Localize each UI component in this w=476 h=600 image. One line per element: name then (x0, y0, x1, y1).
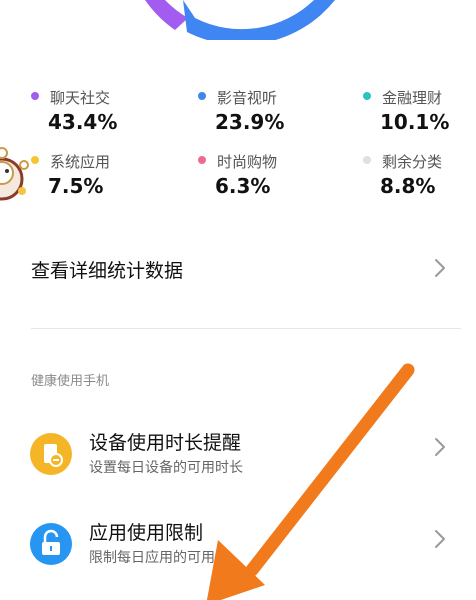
view-detailed-stats-row[interactable]: 查看详细统计数据 (0, 240, 476, 296)
device-timer-icon (30, 433, 72, 475)
legend-value: 43.4% (48, 110, 118, 134)
legend-item-social[interactable]: 聊天社交 43.4% (31, 84, 161, 136)
legend-dot (31, 92, 39, 100)
device-usage-reminder-row[interactable]: 设备使用时长提醒 设置每日设备的可用时长 (0, 423, 476, 493)
view-detailed-stats-label: 查看详细统计数据 (31, 260, 184, 282)
chevron-right-icon (435, 530, 445, 548)
donut-segment-media (183, 0, 335, 40)
legend-item-other[interactable]: 剩余分类 8.8% (363, 148, 476, 200)
card-title: 应用使用限制 (89, 522, 204, 544)
legend-label: 金融理财 (382, 89, 443, 107)
legend-label: 时尚购物 (217, 153, 278, 171)
legend-item-shopping[interactable]: 时尚购物 6.3% (198, 148, 328, 200)
chevron-right-icon (435, 438, 445, 456)
legend-dot (363, 156, 371, 164)
legend-label: 系统应用 (50, 153, 111, 171)
donut-segment-social (145, 0, 188, 30)
legend-label: 影音视听 (217, 89, 278, 107)
app-usage-limit-row[interactable]: 应用使用限制 限制每日应用的可用时 (0, 513, 476, 583)
legend-value: 23.9% (215, 110, 285, 134)
mascot-sticker-icon (0, 143, 30, 203)
section-title: 健康使用手机 (31, 374, 110, 389)
legend-value: 8.8% (380, 174, 436, 198)
legend-value: 10.1% (380, 110, 450, 134)
usage-donut-chart (0, 0, 476, 40)
legend-value: 7.5% (48, 174, 104, 198)
legend-dot (363, 92, 371, 100)
section-divider (31, 328, 461, 329)
chevron-right-icon (435, 259, 445, 277)
card-subtitle: 限制每日应用的可用时 (89, 550, 229, 566)
legend-item-finance[interactable]: 金融理财 10.1% (363, 84, 476, 136)
legend-label: 聊天社交 (50, 89, 111, 107)
card-subtitle: 设置每日设备的可用时长 (89, 460, 243, 476)
category-legend: 聊天社交 43.4% 影音视听 23.9% 金融理财 10.1% 系统应用 7.… (0, 82, 476, 202)
legend-item-media[interactable]: 影音视听 23.9% (198, 84, 328, 136)
legend-dot (198, 156, 206, 164)
unlock-icon (30, 523, 72, 565)
legend-value: 6.3% (215, 174, 271, 198)
card-title: 设备使用时长提醒 (89, 432, 242, 454)
legend-label: 剩余分类 (382, 153, 443, 171)
legend-dot (198, 92, 206, 100)
legend-item-system[interactable]: 系统应用 7.5% (31, 148, 161, 200)
legend-dot (31, 156, 39, 164)
